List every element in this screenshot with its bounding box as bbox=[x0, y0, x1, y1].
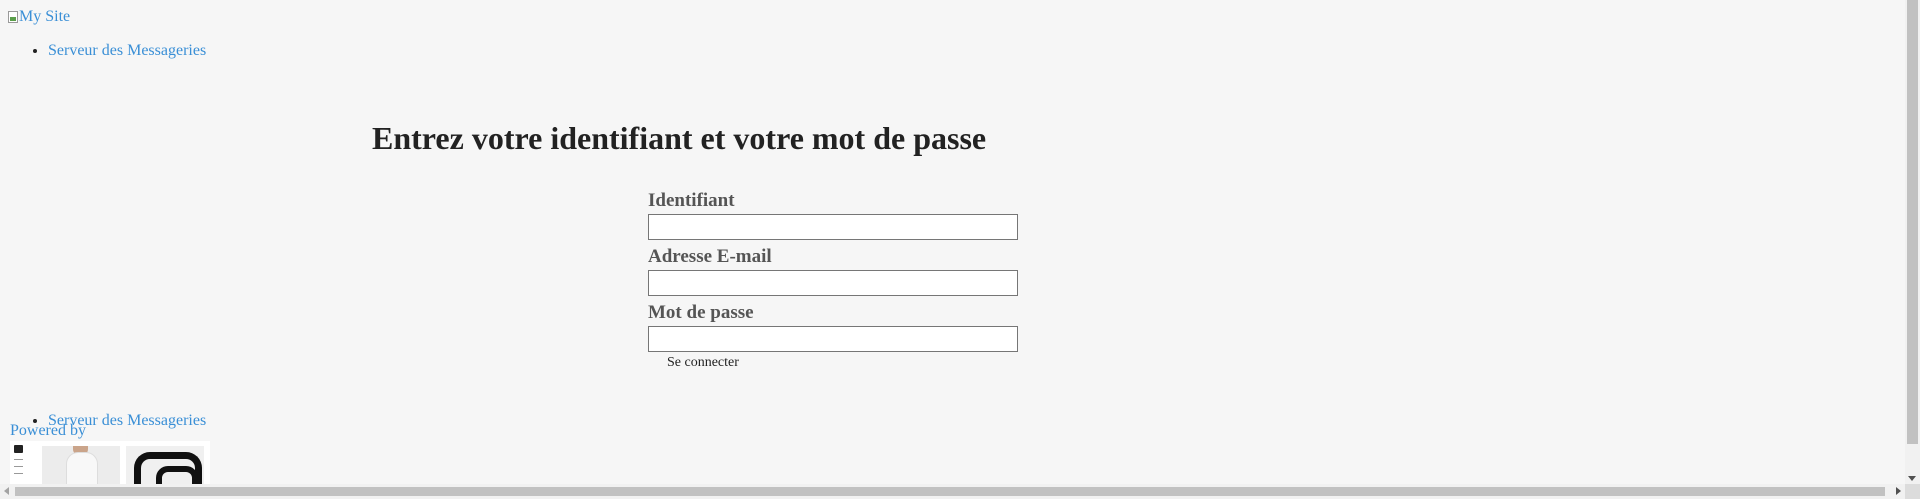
email-input[interactable] bbox=[648, 270, 1018, 296]
password-label: Mot de passe bbox=[648, 302, 754, 323]
vertical-scroll-thumb[interactable] bbox=[1907, 0, 1918, 444]
chevron-left-icon[interactable] bbox=[4, 487, 9, 495]
broken-image-icon bbox=[8, 11, 18, 23]
horizontal-scroll-thumb[interactable] bbox=[15, 487, 1885, 496]
scrollbar-corner bbox=[1905, 484, 1920, 499]
artwork-thumbnail bbox=[126, 446, 204, 487]
username-input[interactable] bbox=[648, 214, 1018, 240]
logo-alt-text: My Site bbox=[19, 8, 71, 25]
username-label: Identifiant bbox=[648, 190, 735, 211]
page-title: Entrez votre identifiant et votre mot de… bbox=[372, 120, 987, 156]
mini-menu-icon bbox=[14, 445, 26, 474]
tshirt-thumbnail bbox=[42, 446, 120, 487]
login-button[interactable]: Se connecter bbox=[667, 355, 739, 371]
password-input[interactable] bbox=[648, 326, 1018, 352]
login-form: Identifiant Adresse E-mail Mot de passe bbox=[648, 190, 1018, 358]
nav-link-serveur-messageries[interactable]: Serveur des Messageries bbox=[48, 42, 206, 59]
email-label: Adresse E-mail bbox=[648, 246, 772, 267]
site-logo-link[interactable]: My Site bbox=[8, 7, 70, 27]
password-field-group: Mot de passe bbox=[648, 302, 1018, 352]
chevron-right-icon[interactable] bbox=[1896, 487, 1901, 495]
horizontal-scrollbar[interactable] bbox=[0, 484, 1905, 499]
promo-thumbnails bbox=[10, 441, 210, 487]
username-field-group: Identifiant bbox=[648, 190, 1018, 240]
powered-by-link[interactable]: Powered by bbox=[10, 421, 86, 441]
chevron-down-icon[interactable] bbox=[1908, 476, 1916, 481]
nav-item: Serveur des Messageries bbox=[48, 40, 206, 61]
vertical-scrollbar[interactable] bbox=[1905, 0, 1920, 484]
email-field-group: Adresse E-mail bbox=[648, 246, 1018, 296]
main-nav: Serveur des Messageries bbox=[0, 40, 206, 61]
